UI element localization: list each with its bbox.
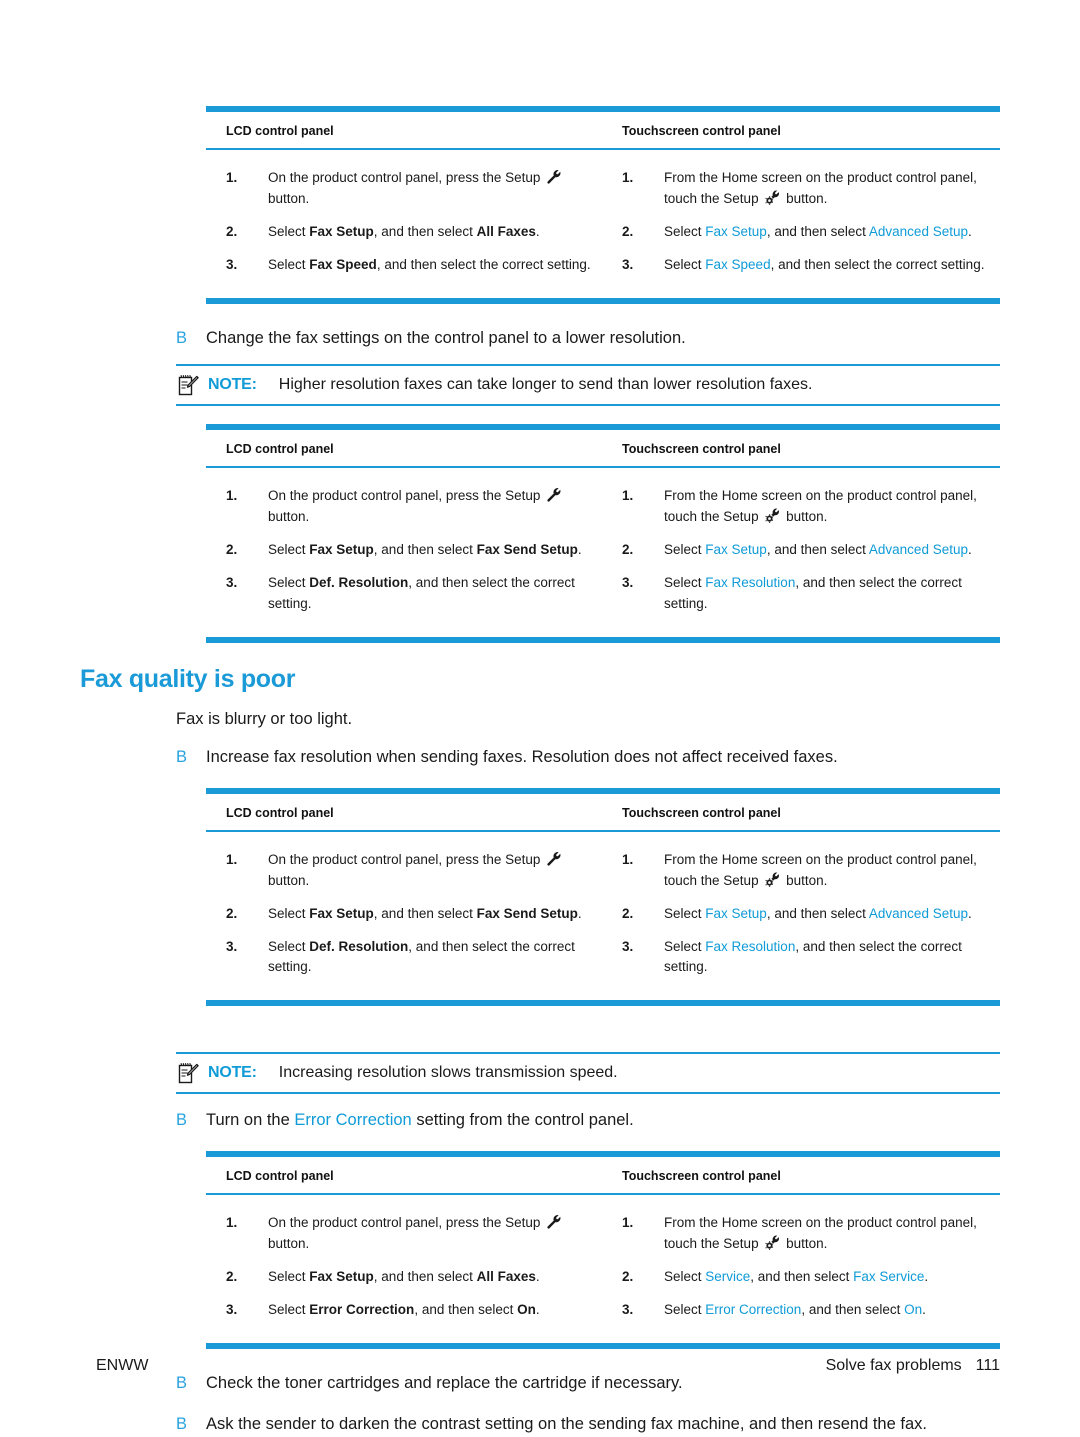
note-label: NOTE:: [208, 1064, 257, 1082]
table-header-row: LCD control panel Touchscreen control pan…: [206, 112, 1000, 150]
cell-lcd-steps: On the product control panel, press the …: [206, 838, 602, 991]
list-item: Select Fax Setup, and then select Fax Se…: [226, 904, 582, 925]
list-item: On the product control panel, press the …: [226, 486, 592, 528]
list-item: Select Fax Setup, and then select Fax Se…: [226, 540, 582, 561]
table-body-row: On the product control panel, press the …: [206, 832, 1000, 1001]
bullet-marker-icon: B: [176, 1414, 188, 1433]
cell-touchscreen-steps: From the Home screen on the product cont…: [602, 1201, 1000, 1333]
cell-touchscreen-steps: From the Home screen on the product cont…: [602, 838, 1000, 991]
page-title: Fax quality is poor: [80, 665, 296, 694]
wrench-gear-icon: [764, 872, 780, 888]
list-item: Select Fax Setup, and then select All Fa…: [226, 222, 540, 243]
cell-lcd-steps: On the product control panel, press the …: [206, 156, 602, 288]
table-body-row: On the product control panel, press the …: [206, 150, 1000, 298]
step-table-error-correction: LCD control panel Touchscreen control pan…: [206, 1151, 1000, 1349]
list-item: From the Home screen on the product cont…: [622, 1213, 977, 1252]
note-pad-pencil-icon: [176, 373, 200, 397]
column-header-lcd: LCD control panel: [226, 805, 334, 820]
list-item: Select Def. Resolution, and then select …: [226, 937, 575, 975]
bullet-text: Check the toner cartridges and replace t…: [206, 1373, 683, 1392]
list-item: Select Fax Setup, and then select All Fa…: [226, 1267, 540, 1288]
step-table-def-resolution-1: LCD control panel Touchscreen control pan…: [206, 424, 1000, 644]
list-item: From the Home screen on the product cont…: [622, 850, 977, 888]
wrench-icon: [546, 1214, 562, 1230]
bullet-marker-icon: B: [176, 748, 188, 767]
bullet-text: Turn on the Error Correction setting fro…: [206, 1111, 634, 1130]
footer-page-number: 111: [975, 1357, 1000, 1374]
page-footer: ENWW Solve fax problems 111: [96, 1357, 1000, 1375]
bullet-darken-contrast: B Ask the sender to darken the contrast s…: [176, 1412, 1000, 1437]
cell-touchscreen-steps: From the Home screen on the product cont…: [602, 474, 1000, 627]
step-table-def-resolution-2: LCD control panel Touchscreen control pan…: [206, 787, 1000, 1007]
column-header-touchscreen: Touchscreen control panel: [622, 805, 781, 820]
wrench-icon: [546, 169, 562, 185]
list-item: Select Error Correction, and then select…: [226, 1300, 540, 1321]
list-item: Select Fax Setup, and then select Advanc…: [622, 904, 972, 925]
list-item: On the product control panel, press the …: [226, 850, 592, 892]
note-label: NOTE:: [208, 376, 257, 394]
table-header-row: LCD control panel Touchscreen control pan…: [206, 794, 1000, 832]
list-item: Select Error Correction, and then select…: [622, 1300, 926, 1321]
intro-text: Fax is blurry or too light.: [176, 710, 353, 729]
bullet-marker-icon: B: [176, 328, 188, 347]
table-header-row: LCD control panel Touchscreen control pan…: [206, 1157, 1000, 1196]
bullet-text: Ask the sender to darken the contrast se…: [206, 1414, 927, 1433]
wrench-gear-icon: [764, 1235, 780, 1251]
column-header-lcd: LCD control panel: [226, 1169, 334, 1184]
list-item: On the product control panel, press the …: [226, 1213, 592, 1255]
list-item: Select Fax Setup, and then select Advanc…: [622, 222, 972, 243]
footer-enww: ENWW: [96, 1357, 149, 1374]
column-header-touchscreen: Touchscreen control panel: [622, 124, 781, 138]
table-header-row: LCD control panel Touchscreen control pan…: [206, 430, 1000, 469]
cell-lcd-steps: On the product control panel, press the …: [206, 1201, 602, 1333]
document-page: LCD control panel Touchscreen control pan…: [0, 0, 1080, 1437]
list-item: Select Fax Speed, and then select the co…: [622, 255, 985, 276]
note-text: Higher resolution faxes can take longer …: [278, 376, 813, 394]
note-pad-pencil-icon: [176, 1061, 200, 1085]
list-item: Select Def. Resolution, and then select …: [226, 573, 575, 612]
list-item: Select Fax Speed, and then select the co…: [226, 255, 591, 276]
note-slows-transmission: NOTE: Increasing resolution slows transmi…: [176, 1052, 1000, 1095]
wrench-gear-icon: [764, 508, 780, 524]
list-item: Select Service, and then select Fax Serv…: [622, 1267, 929, 1288]
wrench-gear-icon: [764, 190, 780, 206]
table-body-row: On the product control panel, press the …: [206, 1195, 1000, 1343]
step-table-fax-speed: LCD control panel Touchscreen control pan…: [206, 106, 1000, 304]
wrench-icon: [546, 487, 562, 503]
bullet-marker-icon: B: [176, 1111, 188, 1130]
note-higher-resolution: NOTE: Higher resolution faxes can take lo…: [176, 364, 1000, 407]
list-item: From the Home screen on the product cont…: [622, 486, 977, 525]
bullet-text: Increase fax resolution when sending fax…: [206, 748, 838, 767]
list-item: Select Fax Resolution, and then select t…: [622, 937, 962, 975]
bullet-error-correction: B Turn on the Error Correction setting fr…: [176, 1108, 1000, 1133]
list-item: From the Home screen on the product cont…: [622, 168, 977, 206]
bullet-increase-resolution: B Increase fax resolution when sending fa…: [176, 745, 1000, 770]
column-header-touchscreen: Touchscreen control panel: [622, 1169, 781, 1184]
column-header-lcd: LCD control panel: [226, 124, 334, 138]
cell-touchscreen-steps: From the Home screen on the product cont…: [602, 156, 1000, 288]
table-body-row: On the product control panel, press the …: [206, 468, 1000, 637]
column-header-lcd: LCD control panel: [226, 442, 334, 457]
list-item: Select Fax Setup, and then select Advanc…: [622, 540, 972, 561]
footer-section-label: Solve fax problems: [825, 1357, 962, 1374]
cell-lcd-steps: On the product control panel, press the …: [206, 474, 602, 627]
bullet-change-fax-settings: B Change the fax settings on the control …: [176, 326, 1000, 351]
list-item: On the product control panel, press the …: [226, 168, 592, 210]
note-text: Increasing resolution slows transmission…: [278, 1064, 618, 1082]
column-header-touchscreen: Touchscreen control panel: [622, 442, 781, 457]
bullet-text: Change the fax settings on the control p…: [206, 328, 686, 347]
wrench-icon: [546, 851, 562, 867]
list-item: Select Fax Resolution, and then select t…: [622, 573, 962, 612]
